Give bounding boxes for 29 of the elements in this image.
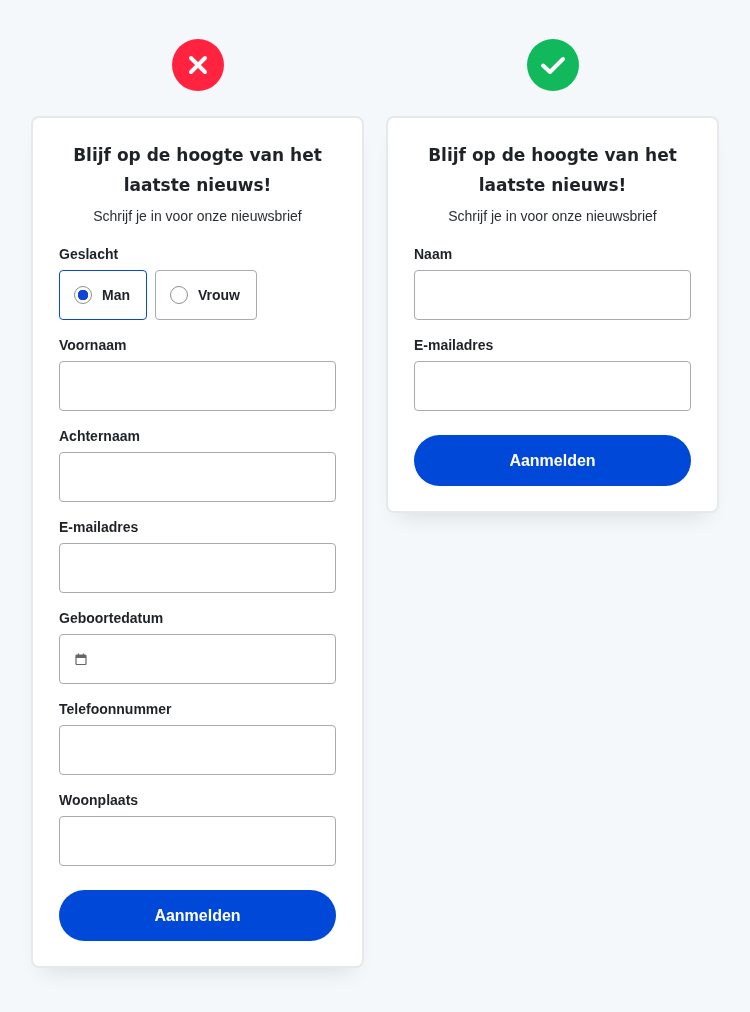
submit-button[interactable]: Aanmelden	[59, 890, 336, 941]
input-field[interactable]	[59, 725, 336, 775]
field-label: Geslacht	[59, 246, 120, 262]
input-field[interactable]	[59, 816, 336, 866]
field-label: E-mailadres	[59, 519, 140, 535]
radio-option[interactable]: Vrouw	[155, 270, 257, 320]
checkmark-icon	[526, 39, 579, 91]
form-subtitle: Schrijf je in voor onze nieuwsbrief	[92, 208, 303, 224]
field-label: Telefoonnummer	[59, 701, 173, 717]
input-field[interactable]	[59, 452, 336, 502]
field-label: Naam	[414, 246, 454, 262]
input-field[interactable]	[59, 361, 336, 411]
calendar-icon	[75, 653, 87, 665]
field-label: Achternaam	[59, 428, 141, 444]
radio-button[interactable]	[74, 286, 92, 304]
cross-icon	[171, 39, 224, 91]
form-subtitle: Schrijf je in voor onze nieuwsbrief	[447, 208, 658, 224]
input-field[interactable]	[414, 270, 691, 320]
form-title: Blijf op de hoogte van het laatste nieuws!	[427, 144, 678, 197]
field-label: E-mailadres	[414, 337, 495, 353]
field-label: Geboortedatum	[59, 610, 165, 626]
input-field[interactable]	[414, 361, 691, 411]
submit-button[interactable]: Aanmelden	[414, 435, 691, 486]
input-field[interactable]	[59, 543, 336, 593]
field-label: Voornaam	[59, 337, 128, 353]
field-label: Woonplaats	[59, 792, 140, 808]
date-field[interactable]	[59, 634, 336, 684]
form-title: Blijf op de hoogte van het laatste nieuws!	[72, 144, 323, 197]
radio-option[interactable]: Man	[59, 270, 147, 320]
